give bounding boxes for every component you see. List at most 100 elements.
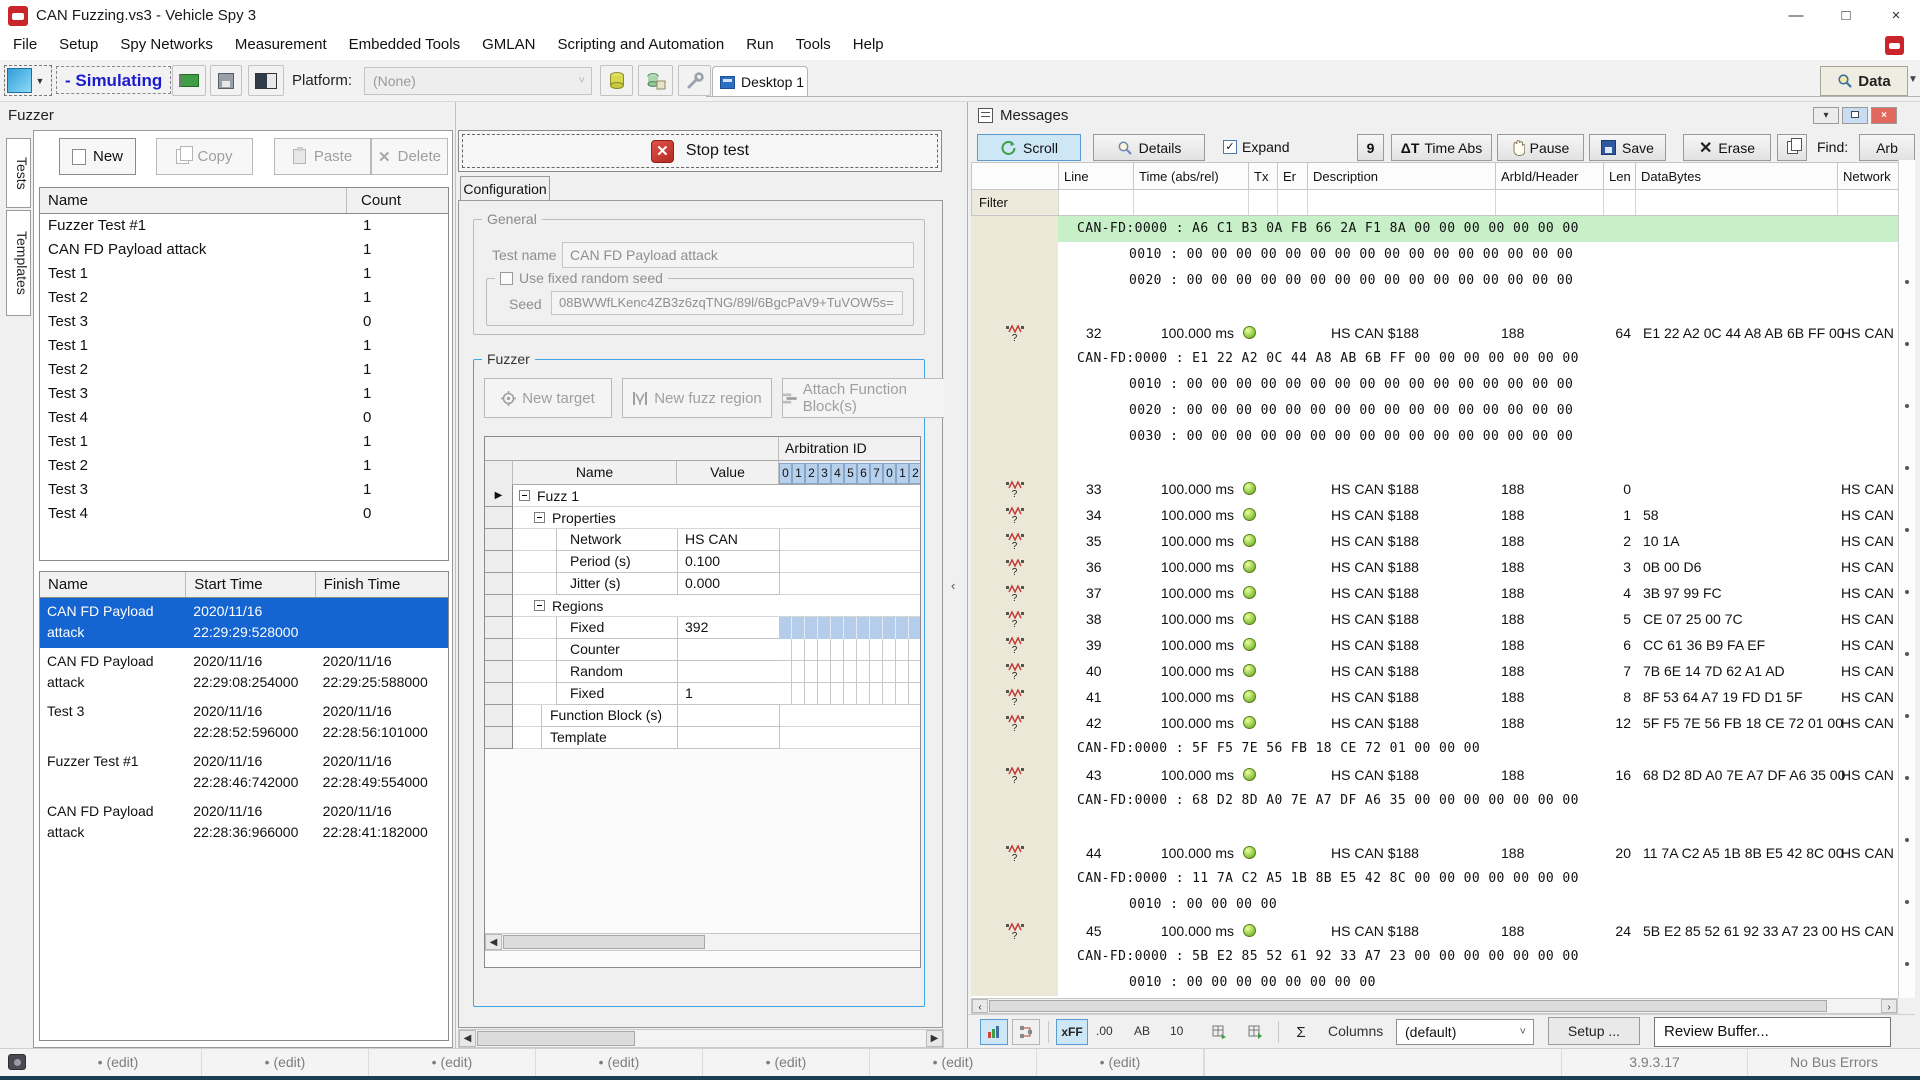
arb-bit-cell[interactable] bbox=[870, 639, 883, 661]
grid-row-regions[interactable]: Regions bbox=[485, 595, 921, 617]
grid-row-fixed[interactable]: Fixed392 bbox=[485, 617, 921, 639]
expander-icon[interactable] bbox=[534, 600, 545, 611]
message-row[interactable]: ?45100.000 msHS CAN $188188245B E2 85 52… bbox=[971, 918, 1898, 944]
arb-bit-cell[interactable] bbox=[831, 683, 844, 705]
simulating-status[interactable]: - Simulating bbox=[56, 66, 171, 94]
grid-value-cell[interactable]: HS CAN bbox=[677, 529, 780, 551]
grid-value-cell[interactable] bbox=[677, 661, 780, 683]
arb-bit-cell[interactable] bbox=[896, 639, 909, 661]
table-row[interactable]: Test 11 bbox=[40, 334, 448, 358]
runs-table-header[interactable]: Name Start Time Finish Time bbox=[40, 572, 448, 598]
arb-bit-cell[interactable] bbox=[792, 639, 805, 661]
col-header-er[interactable]: Er bbox=[1278, 163, 1308, 189]
paste-test-button[interactable]: Paste bbox=[274, 138, 371, 175]
table-row[interactable]: Test 21 bbox=[40, 286, 448, 310]
hex-dump-row[interactable]: 0010 : 00 00 00 00 bbox=[971, 892, 1898, 918]
tests-table-header[interactable]: Name Count bbox=[40, 188, 448, 214]
network-hardware-button[interactable] bbox=[172, 65, 206, 96]
hex-dump-row[interactable]: 0020 : 00 00 00 00 00 00 00 00 00 00 00 … bbox=[971, 398, 1898, 424]
arb-bit-cell[interactable] bbox=[805, 661, 818, 683]
arb-bit-cell[interactable] bbox=[792, 617, 805, 639]
panel-close-button[interactable]: × bbox=[1871, 107, 1897, 124]
filter-cell[interactable] bbox=[1249, 190, 1278, 215]
grid-row-jitter-s-[interactable]: Jitter (s)0.000 bbox=[485, 573, 921, 595]
config-h-scrollbar[interactable]: ◀ ▶ bbox=[458, 1029, 944, 1048]
arb-bit-cell[interactable] bbox=[844, 639, 857, 661]
status-edit-cell[interactable]: • (edit) bbox=[536, 1049, 703, 1077]
filter-cell[interactable] bbox=[1308, 190, 1496, 215]
message-row[interactable]: ?42100.000 msHS CAN $188188125F F5 7E 56… bbox=[971, 710, 1898, 736]
filter-cell[interactable] bbox=[1134, 190, 1249, 215]
minimize-button[interactable]: — bbox=[1772, 0, 1820, 32]
arb-bit-cell[interactable] bbox=[857, 639, 870, 661]
grid-row-random[interactable]: Random bbox=[485, 661, 921, 683]
table-row[interactable]: Test 40 bbox=[40, 406, 448, 430]
message-row[interactable]: ?35100.000 msHS CAN $188188210 1AHS CAN bbox=[971, 528, 1898, 554]
run-row[interactable]: CAN FD Payload attack2020/11/16 22:29:08… bbox=[40, 648, 448, 698]
col-header-time-abs-rel-[interactable]: Time (abs/rel) bbox=[1134, 163, 1249, 189]
arb-bit-cell[interactable] bbox=[779, 617, 792, 639]
message-row[interactable]: ?38100.000 msHS CAN $1881885CE 07 25 00 … bbox=[971, 606, 1898, 632]
filter-cell[interactable] bbox=[1604, 190, 1636, 215]
new-test-button[interactable]: New bbox=[59, 138, 136, 175]
tab-desktop-1[interactable]: Desktop 1 bbox=[712, 66, 808, 97]
arb-bit-header[interactable]: 7 bbox=[870, 463, 883, 484]
arb-bit-header[interactable]: 6 bbox=[857, 463, 870, 484]
run-row[interactable]: Fuzzer Test #12020/11/16 22:28:46:742000… bbox=[40, 748, 448, 798]
hex-dump-row[interactable]: CAN-FD:0000 : 68 D2 8D A0 7E A7 DF A6 35… bbox=[971, 788, 1898, 814]
menu-item-help[interactable]: Help bbox=[842, 32, 895, 57]
message-row[interactable]: ?43100.000 msHS CAN $1881881668 D2 8D A0… bbox=[971, 762, 1898, 788]
run-row[interactable]: Test 32020/11/16 22:28:52:5960002020/11/… bbox=[40, 698, 448, 748]
grid-row-fuzz-1[interactable]: ▶Fuzz 1 bbox=[485, 485, 921, 507]
sort-columns-button[interactable] bbox=[1204, 1019, 1234, 1045]
arb-bit-header[interactable]: 0 bbox=[779, 463, 792, 484]
panel-menu-button[interactable]: ▾ bbox=[1813, 107, 1839, 124]
messages-filter-row[interactable]: Filter bbox=[971, 190, 1899, 216]
arb-bit-header[interactable]: 4 bbox=[831, 463, 844, 484]
message-row[interactable]: ?37100.000 msHS CAN $18818843B 97 99 FCH… bbox=[971, 580, 1898, 606]
grid-name-header[interactable]: Name bbox=[513, 461, 677, 485]
col-header-network[interactable]: Network bbox=[1838, 163, 1899, 189]
arb-bit-cell[interactable] bbox=[844, 617, 857, 639]
menu-item-gmlan[interactable]: GMLAN bbox=[471, 32, 546, 57]
arb-bit-cell[interactable] bbox=[870, 617, 883, 639]
status-edit-cell[interactable]: • (edit) bbox=[35, 1049, 202, 1077]
grid-value-cell[interactable] bbox=[677, 639, 780, 661]
arb-bit-cell[interactable] bbox=[909, 661, 921, 683]
arb-bit-header[interactable]: 1 bbox=[792, 463, 805, 484]
grid-row-fixed[interactable]: Fixed1 bbox=[485, 683, 921, 705]
arb-bit-cell[interactable] bbox=[792, 683, 805, 705]
grid-value-cell[interactable]: 392 bbox=[677, 617, 780, 639]
copy-rows-button[interactable] bbox=[1777, 134, 1807, 161]
save-button[interactable]: Save bbox=[1589, 134, 1666, 161]
grid-value-cell[interactable] bbox=[677, 727, 780, 749]
arb-bit-cell[interactable] bbox=[831, 617, 844, 639]
menu-item-tools[interactable]: Tools bbox=[785, 32, 842, 57]
copy-test-button[interactable]: Copy bbox=[156, 138, 253, 175]
graph-view-button[interactable] bbox=[980, 1019, 1008, 1045]
arb-bit-header[interactable]: 0 bbox=[883, 463, 896, 484]
arb-bit-header[interactable]: 2 bbox=[805, 463, 818, 484]
filter-cell[interactable] bbox=[1838, 190, 1899, 215]
hex-dump-row[interactable]: 0010 : 00 00 00 00 00 00 00 00 bbox=[971, 970, 1898, 996]
decimal-display-button[interactable]: .00 bbox=[1096, 1024, 1113, 1038]
table-row[interactable]: Test 31 bbox=[40, 382, 448, 406]
grid-value-cell[interactable]: 1 bbox=[677, 683, 780, 705]
hex-dump-row[interactable]: 0010 : 00 00 00 00 00 00 00 00 00 00 00 … bbox=[971, 372, 1898, 398]
table-row[interactable]: Test 21 bbox=[40, 358, 448, 382]
message-row[interactable]: ?40100.000 msHS CAN $18818877B 6E 14 7D … bbox=[971, 658, 1898, 684]
hex-dump-row[interactable]: CAN-FD:0000 : 11 7A C2 A5 1B 8B E5 42 8C… bbox=[971, 866, 1898, 892]
seed-group-label[interactable]: Use fixed random seed bbox=[495, 270, 668, 286]
arb-bit-cell[interactable] bbox=[896, 661, 909, 683]
hex-dump-row[interactable]: 0030 : 00 00 00 00 00 00 00 00 00 00 00 … bbox=[971, 424, 1898, 450]
status-edit-cell[interactable]: • (edit) bbox=[202, 1049, 369, 1077]
message-row[interactable]: ?39100.000 msHS CAN $1881886CC 61 36 B9 … bbox=[971, 632, 1898, 658]
arb-bit-cell[interactable] bbox=[857, 683, 870, 705]
stop-test-button[interactable]: ✕ Stop test bbox=[458, 130, 942, 172]
table-row[interactable]: Test 30 bbox=[40, 310, 448, 334]
arb-bit-header[interactable]: 1 bbox=[896, 463, 909, 484]
arb-bit-cell[interactable] bbox=[896, 617, 909, 639]
arb-bit-cell[interactable] bbox=[792, 661, 805, 683]
erase-button[interactable]: ✕ Erase bbox=[1683, 134, 1771, 161]
grid-row-counter[interactable]: Counter bbox=[485, 639, 921, 661]
